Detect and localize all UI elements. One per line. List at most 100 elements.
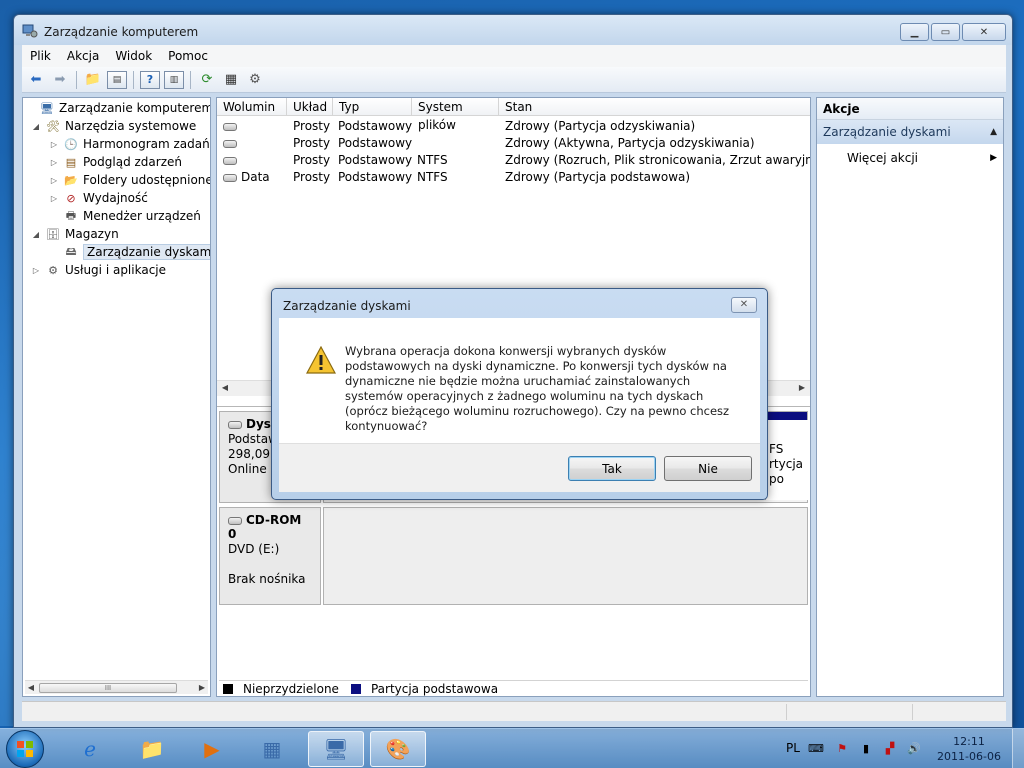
dialog-close-button[interactable]: ✕ [731,297,757,313]
volume-row[interactable]: Prosty Podstawowy Zdrowy (Aktywna, Party… [217,135,810,152]
cdrom-0-info[interactable]: CD-ROM 0 DVD (E:) Brak nośnika [219,507,321,605]
language-indicator[interactable]: PL [786,741,800,755]
tree-item-label: Menedżer urządzeń [83,209,201,223]
tree-item-disk-management[interactable]: 🖴 Zarządzanie dyskami [49,243,210,261]
scrollbar-thumb[interactable]: III [39,683,177,693]
volume-layout: Prosty [293,170,331,184]
settings-icon[interactable]: ⚙ [245,71,265,89]
tree-item-device-manager[interactable]: 🖶 Menedżer urządzeń [49,207,201,225]
cdrom-type: DVD (E:) [228,542,280,556]
refresh-icon[interactable]: ⟳ [197,71,217,89]
power-icon[interactable]: ▮ [858,742,874,756]
yes-button[interactable]: Tak [568,456,656,481]
minimize-button[interactable]: ▁ [900,23,929,41]
window-titlebar[interactable]: Zarządzanie komputerem ▁ ▭ ✕ [14,15,1012,45]
column-header-type[interactable]: Typ [333,98,412,116]
tree-expander[interactable]: ▷ [49,176,59,185]
scroll-left-arrow-icon[interactable]: ◀ [25,682,37,694]
menu-bar: Plik Akcja Widok Pomoc [22,45,1006,67]
control-panel-icon[interactable]: ▦ [244,731,300,767]
keyboard-icon[interactable]: ⌨ [808,742,824,756]
volume-row[interactable]: Prosty Podstawowy Zdrowy (Partycja odzys… [217,118,810,135]
tree-expander[interactable]: ▷ [49,140,59,149]
clock[interactable]: 12:11 2011-06-06 [936,734,1002,764]
media-player-icon[interactable]: ▶ [184,731,240,767]
storage-icon: 🗄 [46,227,60,241]
tree-expander[interactable]: ▷ [31,266,41,275]
tree-expander[interactable]: ◢ [31,122,41,131]
volume-row[interactable]: Prosty Podstawowy NTFS Zdrowy (Rozruch, … [217,152,810,169]
scroll-left-arrow-icon[interactable]: ◀ [219,383,231,392]
tree-item-system-tools[interactable]: ◢ 🛠 Narzędzia systemowe [31,117,196,135]
volume-status: Zdrowy (Partycja podstawowa) [505,170,691,184]
tree-item-performance[interactable]: ▷ ⊘ Wydajność [49,189,148,207]
collapse-up-icon[interactable]: ▲ [990,120,997,144]
properties-icon[interactable]: ▦ [221,71,241,89]
tree-item-services-apps[interactable]: ▷ ⚙ Usługi i aplikacje [31,261,166,279]
no-button[interactable]: Nie [664,456,752,481]
volume-status: Zdrowy (Aktywna, Partycja odzyskiwania) [505,136,755,150]
maximize-button[interactable]: ▭ [931,23,960,41]
tree-item-event-viewer[interactable]: ▷ ▤ Podgląd zdarzeń [49,153,182,171]
tree-expander[interactable]: ◢ [31,230,41,239]
tree-item-label: Foldery udostępnione [83,173,211,187]
confirm-convert-dialog: Zarządzanie dyskami ✕ Wybrana operacja d… [271,288,768,500]
computer-management-task-icon[interactable]: 🖥 [308,731,364,767]
volume-type: Podstawowy [338,170,413,184]
menu-action[interactable]: Akcja [59,49,107,63]
more-actions-item[interactable]: Więcej akcji ▶ [847,148,997,168]
shared-folder-icon: 📂 [64,173,78,187]
back-arrow-icon[interactable]: ⬅ [26,71,46,89]
up-folder-icon[interactable]: 📁 [83,71,103,89]
volume-name: Data [241,170,270,184]
tree-item-label: Magazyn [65,227,119,241]
dialog-footer: Tak Nie [279,443,760,492]
tree-item-computer-management[interactable]: 🖥 Zarządzanie komputerem (loka [25,99,210,117]
partition-block[interactable]: FS rtycja po [765,420,809,500]
volume-row[interactable]: Data Prosty Podstawowy NTFS Zdrowy (Part… [217,169,810,186]
help-icon[interactable]: ? [140,70,160,89]
show-desktop-button[interactable] [1012,729,1024,768]
forward-arrow-icon[interactable]: ➡ [50,71,70,89]
menu-view[interactable]: Widok [107,49,160,63]
explorer-folder-icon[interactable]: 📁 [124,731,180,767]
scroll-right-arrow-icon[interactable]: ▶ [196,682,208,694]
tree-expander[interactable]: ▷ [49,158,59,167]
close-button[interactable]: ✕ [962,23,1006,41]
event-viewer-icon: ▤ [65,155,77,169]
paint-icon[interactable]: 🎨 [370,731,426,767]
status-bar [22,701,1006,721]
network-icon[interactable]: ▞ [882,742,898,756]
column-header-status[interactable]: Stan [499,98,810,116]
actions-group-disk-management[interactable]: Zarządzanie dyskami ▲ [817,120,1003,144]
column-header-volume[interactable]: Wolumin [217,98,287,116]
menu-help[interactable]: Pomoc [160,49,216,63]
tree-item-label: Wydajność [83,191,148,205]
scroll-right-arrow-icon[interactable]: ▶ [796,383,808,392]
column-header-layout[interactable]: Układ [287,98,333,116]
action-center-icon[interactable]: ⚑ [834,742,850,756]
volume-disk-icon [223,173,237,182]
cdrom-icon [228,516,242,525]
menu-file[interactable]: Plik [22,49,59,63]
tree-item-task-scheduler[interactable]: ▷ 🕒 Harmonogram zadań [49,135,210,153]
tree-expander[interactable]: ▷ [49,194,59,203]
submenu-arrow-icon: ▶ [990,153,997,163]
tree-horizontal-scrollbar[interactable]: ◀ III ▶ [25,680,208,694]
actions-title: Akcje [817,98,1003,120]
device-manager-icon: 🖶 [65,208,77,222]
toolbar: ⬅ ➡ 📁 ▤ ? ▥ ⟳ ▦ ⚙ [22,67,1006,93]
tree-item-shared-folders[interactable]: ▷ 📂 Foldery udostępnione [49,171,211,189]
taskbar: ℯ 📁 ▶ ▦ 🖥 🎨 PL ⌨ ⚑ ▮ ▞ 🔊 12:11 2011-06-0… [0,728,1024,768]
column-header-filesystem[interactable]: System plików [412,98,499,132]
show-hide-tree-icon[interactable]: ▤ [107,70,127,89]
actions-pane: Akcje Zarządzanie dyskami ▲ Więcej akcji… [816,97,1004,697]
disk-legend: Nieprzydzielone Partycja podstawowa [219,680,808,696]
tree-item-storage[interactable]: ◢ 🗄 Magazyn [31,225,119,243]
show-hide-action-pane-icon[interactable]: ▥ [164,70,184,89]
tree-item-label: Usługi i aplikacje [65,263,167,277]
internet-explorer-icon[interactable]: ℯ [62,731,118,767]
volume-icon[interactable]: 🔊 [906,742,922,756]
volume-filesystem: NTFS [417,153,448,167]
start-button[interactable] [6,730,44,768]
